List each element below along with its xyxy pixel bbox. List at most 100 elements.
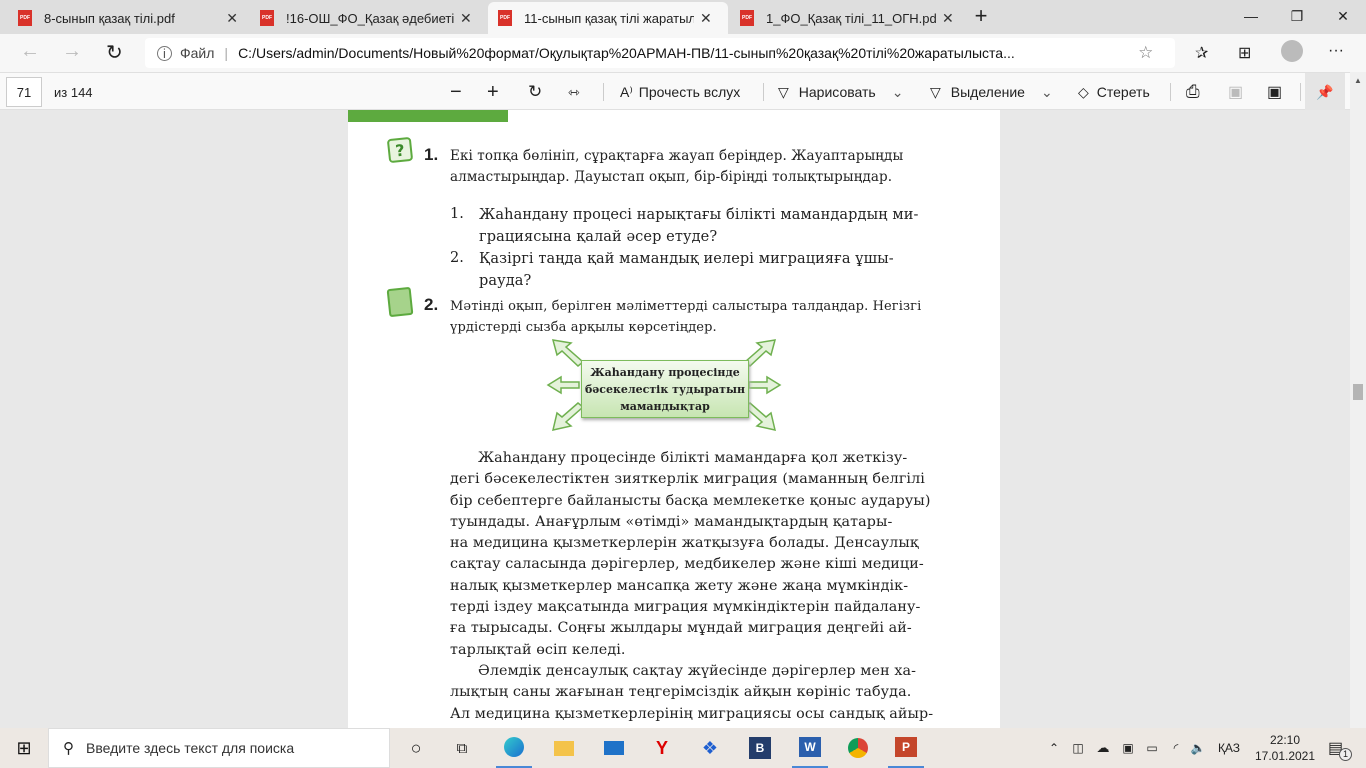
draw-icon: ▽ — [778, 83, 789, 100]
forward-icon[interactable]: → — [62, 40, 82, 63]
tab-4[interactable]: PDF 1_ФО_Қазақ тілі_11_ОГН.pdf ✕ — [730, 2, 966, 34]
search-icon: ⚲ — [63, 740, 74, 757]
rotate-icon[interactable]: ↻ — [528, 73, 542, 111]
read-aloud-icon: A⁾ — [620, 83, 633, 100]
pdf-icon: PDF — [498, 10, 512, 26]
search-box[interactable]: ⚲ Введите здесь текст для поиска — [48, 728, 390, 768]
chevron-down-icon[interactable]: ⌄ — [1041, 84, 1053, 101]
page-number-input[interactable]: 71 — [6, 77, 42, 107]
favorite-star-icon[interactable]: ☆ — [1138, 43, 1153, 63]
pdf-toolbar: 71 из 144 − + ↻ ⇿ A⁾ Прочесть вслух ▽ Нарис… — [0, 72, 1366, 111]
chrome-icon[interactable] — [840, 728, 876, 768]
print-icon[interactable]: ⎙ — [1186, 73, 1200, 111]
body-line: дегі бәсекелестіктен зияткерлік миграция… — [450, 471, 925, 488]
back-icon[interactable]: ← — [20, 40, 40, 63]
body-line: терді іздеу мақсатында миграция мүмкінді… — [450, 599, 921, 616]
save-as-icon[interactable]: ▣ — [1267, 73, 1282, 111]
refresh-icon[interactable]: ↻ — [106, 40, 123, 65]
mail-icon[interactable] — [596, 728, 632, 768]
profile-avatar[interactable] — [1281, 40, 1303, 62]
cortana-icon[interactable]: ○ — [398, 728, 434, 768]
body-text: Жаһандану процесінде білікті мамандарға … — [450, 448, 940, 728]
body-line: Жаһандану процесінде білікті мамандарға … — [478, 450, 908, 466]
pdf-icon: PDF — [18, 10, 32, 26]
scrollbar[interactable]: ▲ — [1350, 72, 1366, 728]
close-tab-icon[interactable]: ✕ — [226, 10, 238, 27]
tab-bar: PDF 8-сынып қазақ тілі.pdf ✕ PDF !16-ОШ_ФО_… — [0, 0, 1366, 34]
tab-2[interactable]: PDF!16-ОШ_ФО_Қазақ әдебиеті_8кл✕ — [250, 2, 486, 34]
body-line: налық қызметкерлер мансапқа жету және жа… — [450, 577, 909, 594]
close-tab-icon[interactable]: ✕ — [460, 10, 472, 27]
wifi-icon[interactable]: ◜ — [1166, 728, 1186, 768]
pdf-page: ? 1. Екі топқа бөлініп, сұрақтарға жауап… — [348, 110, 1000, 728]
notebook-icon — [386, 286, 414, 318]
minimize-button[interactable]: — — [1228, 0, 1274, 32]
close-tab-icon[interactable]: ✕ — [942, 10, 954, 27]
arrow-up-left — [551, 339, 585, 367]
zoom-out-icon[interactable]: − — [450, 73, 462, 111]
body-line: Әлемдік денсаулық сақтау жүйесінде дәріг… — [478, 662, 917, 679]
edge-icon[interactable] — [496, 728, 532, 768]
new-tab-button[interactable]: + — [958, 0, 1004, 32]
restore-button[interactable]: ❐ — [1274, 0, 1320, 32]
chevron-down-icon[interactable]: ⌄ — [892, 84, 904, 101]
scrollbar-thumb[interactable] — [1353, 384, 1363, 400]
highlight-button[interactable]: ▽ Выделение ⌄ — [930, 73, 1053, 111]
arrow-up-right — [743, 339, 777, 367]
pdf-icon: PDF — [740, 10, 754, 26]
dropbox-icon[interactable]: ❖ — [692, 728, 728, 768]
eraser-icon: ◇ — [1078, 83, 1089, 100]
fit-width-icon[interactable]: ⇿ — [568, 73, 580, 111]
body-line: туындады. Анағұрлым «өтімді» мамандықтар… — [450, 513, 893, 530]
close-window-button[interactable]: ✕ — [1320, 0, 1366, 32]
collections-icon[interactable]: ⊞ — [1238, 43, 1251, 63]
diagram-center-box: Жаһандану процесінде бәсекелестік тудырат… — [581, 360, 749, 418]
body-line: Ал медицина қызметкерлерінің миграциясы … — [450, 705, 934, 722]
body-line: бір себептерге байланысты басқа мемлекет… — [450, 492, 931, 509]
windows-start-icon[interactable]: ⊞ — [0, 728, 48, 768]
draw-button[interactable]: ▽ Нарисовать ⌄ — [778, 73, 903, 111]
body-line: сақтау саласында дәрігерлер, медбикелер … — [450, 556, 924, 573]
arrow-right — [748, 375, 782, 395]
word-icon[interactable]: W — [792, 728, 828, 768]
language-indicator[interactable]: ҚАЗ — [1214, 728, 1244, 768]
read-aloud-button[interactable]: A⁾ Прочесть вслух — [620, 73, 740, 111]
pdf-icon: PDF — [260, 10, 274, 26]
volume-icon[interactable]: 🔈 — [1188, 728, 1208, 768]
file-explorer-icon[interactable] — [546, 728, 582, 768]
task-1-text: Екі топқа бөлініп, сұрақтарға жауап бері… — [450, 148, 904, 186]
info-icon[interactable]: i — [157, 45, 172, 61]
taskbar: ⊞ ⚲ Введите здесь текст для поиска ○ ⧉ Y … — [0, 728, 1366, 768]
pin-toolbar-icon[interactable]: 📌 — [1305, 73, 1345, 111]
highlight-icon: ▽ — [930, 83, 941, 100]
arrow-left — [546, 375, 580, 395]
address-input[interactable]: i Файл | C:/Users/admin/Documents/Новый%… — [145, 38, 1175, 68]
powerpoint-icon[interactable]: P — [888, 728, 924, 768]
favorites-icon[interactable]: ✰ — [1195, 43, 1208, 63]
yandex-icon[interactable]: Y — [644, 728, 680, 768]
erase-button[interactable]: ◇ Стереть — [1078, 73, 1150, 111]
question-icon: ? — [386, 136, 414, 164]
green-header-strip — [348, 110, 508, 122]
onedrive-icon[interactable]: ☁ — [1092, 728, 1114, 768]
arrow-down-right — [743, 402, 777, 431]
save-icon[interactable]: ▣ — [1228, 73, 1243, 111]
close-tab-icon[interactable]: ✕ — [700, 10, 712, 27]
question-2: Қазіргі таңда қай мамандық иелері миграц… — [479, 251, 894, 289]
meet-now-icon[interactable]: ◫ — [1068, 728, 1088, 768]
arrow-down-left — [551, 402, 585, 431]
task-view-icon[interactable]: ⧉ — [444, 728, 480, 768]
battery-icon[interactable]: ▭ — [1142, 728, 1162, 768]
zoom-in-icon[interactable]: + — [487, 73, 499, 111]
tray-app-icon[interactable]: ▣ — [1118, 728, 1138, 768]
more-icon[interactable]: ··· — [1328, 42, 1344, 60]
task-2-text: Мәтінді оқып, берілген мәліметтерді салы… — [450, 299, 922, 336]
body-line: ға тырысады. Соңғы жылдары мұндай миграц… — [450, 620, 912, 637]
tab-1[interactable]: PDF 8-сынып қазақ тілі.pdf ✕ — [8, 2, 248, 34]
question-1: Жаһандану процесі нарықтағы білікті мама… — [479, 207, 919, 245]
notification-icon[interactable]: ▤ 1 — [1322, 728, 1358, 768]
clock[interactable]: 22:10 17.01.2021 — [1250, 728, 1320, 768]
tray-chevron-icon[interactable]: ⌃ — [1044, 728, 1064, 768]
tab-3-active[interactable]: PDF 11-сынып қазақ тілі жаратылыс ✕ — [488, 2, 728, 34]
b-app-icon[interactable]: B — [742, 728, 778, 768]
